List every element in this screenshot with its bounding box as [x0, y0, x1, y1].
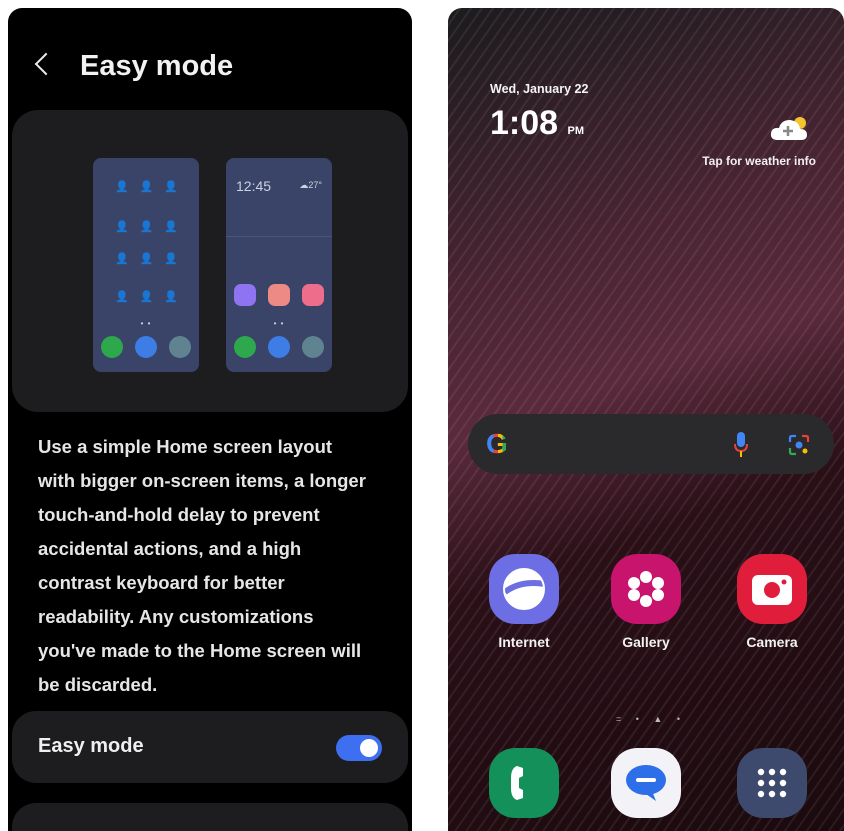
- person-icon: 👤: [164, 181, 178, 193]
- preview-app-dot: [101, 336, 123, 358]
- person-icon: 👤: [164, 253, 178, 265]
- preview-icon-row: 👤 👤 👤: [93, 180, 199, 193]
- app-label: Internet: [498, 634, 550, 650]
- app-camera[interactable]: Camera: [730, 554, 814, 650]
- mic-icon[interactable]: [734, 432, 748, 458]
- google-search-bar[interactable]: G: [468, 414, 834, 474]
- gallery-icon: [611, 554, 681, 624]
- messages-icon: [611, 748, 681, 818]
- person-icon: 👤: [114, 291, 129, 303]
- lens-icon[interactable]: [788, 434, 810, 456]
- preview-app-dot: [135, 336, 157, 358]
- camera-icon: [737, 554, 807, 624]
- dock-messages[interactable]: [604, 748, 688, 818]
- preview-icon-row: 👤 👤 👤: [93, 290, 199, 303]
- settings-screen: Easy mode 👤 👤 👤 👤 👤 👤 👤 👤 👤 👤 👤 👤 • • 12…: [8, 8, 412, 831]
- page-indicator[interactable]: = • ▲ •: [616, 714, 686, 724]
- preview-card: 👤 👤 👤 👤 👤 👤 👤 👤 👤 👤 👤 👤 • • 12:45 ☁27° •…: [12, 110, 408, 412]
- weather-hint[interactable]: Tap for weather info: [702, 154, 816, 168]
- clock-widget[interactable]: 1:08 PM: [490, 104, 584, 143]
- preview-page-dots: • •: [140, 319, 152, 328]
- lock-date: Wed, January 22: [490, 82, 589, 96]
- person-icon: 👤: [114, 181, 129, 193]
- preview-icon-row: 👤 👤 👤: [93, 252, 199, 265]
- dock-phone[interactable]: [482, 748, 566, 818]
- app-label: Camera: [746, 634, 798, 650]
- back-icon[interactable]: [34, 52, 58, 76]
- preview-app-dot: [302, 336, 324, 358]
- preview-app-square: [268, 284, 290, 306]
- easy-mode-row[interactable]: Easy mode: [12, 711, 408, 783]
- preview-clock: 12:45: [236, 178, 272, 194]
- preview-app-square: [302, 284, 324, 306]
- google-logo-icon: G: [486, 428, 508, 459]
- page-title: Easy mode: [80, 50, 234, 82]
- preview-app-dot: [169, 336, 191, 358]
- easy-mode-toggle[interactable]: [336, 735, 382, 761]
- toggle-knob: [360, 739, 378, 757]
- preview-dock: [93, 336, 199, 358]
- preview-icon-row: 👤 👤 👤: [93, 220, 199, 233]
- preview-app-dot: [268, 336, 290, 358]
- person-icon: 👤: [114, 221, 129, 233]
- header: Easy mode: [8, 46, 412, 96]
- person-icon: 👤: [164, 291, 178, 303]
- app-internet[interactable]: Internet: [482, 554, 566, 650]
- internet-icon: [489, 554, 559, 624]
- dock-apps[interactable]: [730, 748, 814, 818]
- person-icon: 👤: [164, 221, 178, 233]
- person-icon: 👤: [139, 253, 154, 265]
- next-setting-row[interactable]: [12, 803, 408, 831]
- preview-dock: [226, 336, 332, 358]
- home-screen: Wed, January 22 1:08 PM Tap for weather …: [448, 8, 844, 831]
- preview-divider: [226, 236, 332, 237]
- clock-time: 1:08: [490, 104, 559, 142]
- person-icon: 👤: [139, 181, 154, 193]
- preview-weather: ☁27°: [299, 180, 322, 190]
- phone-icon: [489, 748, 559, 818]
- preview-page-dots: • •: [273, 319, 285, 328]
- person-icon: 👤: [139, 221, 154, 233]
- easy-mode-label: Easy mode: [38, 735, 144, 757]
- clock-ampm: PM: [567, 125, 585, 137]
- preview-app-square: [234, 284, 256, 306]
- app-gallery[interactable]: Gallery: [604, 554, 688, 650]
- preview-app-dot: [234, 336, 256, 358]
- apps-drawer-icon: [737, 748, 807, 818]
- preview-easy-layout: 12:45 ☁27° • •: [226, 158, 332, 372]
- app-label: Gallery: [622, 634, 670, 650]
- weather-cloud-icon[interactable]: [770, 116, 810, 142]
- person-icon: 👤: [139, 291, 154, 303]
- preview-standard-layout: 👤 👤 👤 👤 👤 👤 👤 👤 👤 👤 👤 👤 • •: [93, 158, 199, 372]
- preview-large-icons: [226, 284, 332, 306]
- description-text: Use a simple Home screen layout with big…: [38, 436, 366, 695]
- person-icon: 👤: [114, 253, 129, 265]
